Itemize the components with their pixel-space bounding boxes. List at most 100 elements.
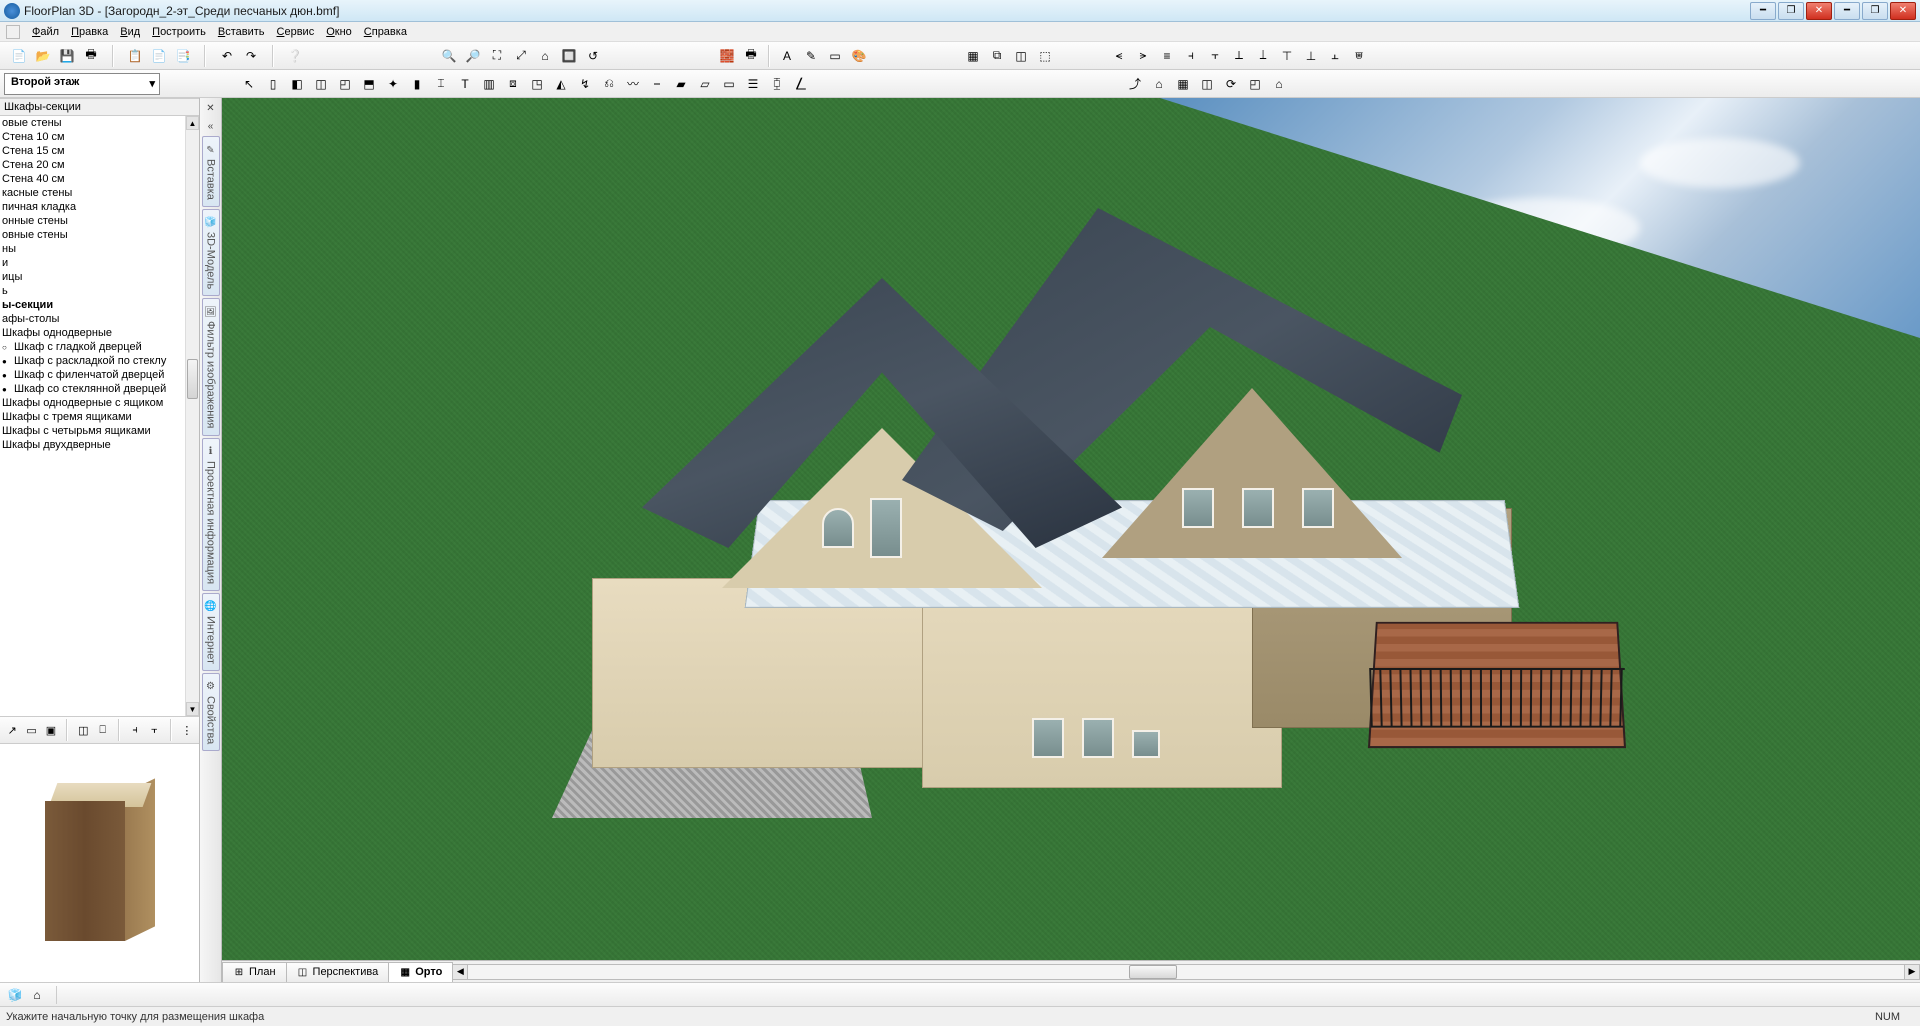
sidebar-item-20[interactable]: Шкафы однодверные с ящиком — [0, 396, 185, 410]
sidebar-scrollbar[interactable]: ▲ ▼ — [185, 116, 199, 716]
view-tab-2[interactable]: ▦Орто — [388, 962, 453, 982]
scroll-down-button[interactable]: ▼ — [186, 702, 199, 716]
side-tb-4-icon[interactable]: ◫ — [75, 721, 91, 739]
restore-button[interactable]: ❐ — [1862, 2, 1888, 20]
tb-help-0-icon[interactable]: ❔ — [284, 45, 306, 67]
tb-align-3-icon[interactable]: ⫞ — [1180, 45, 1202, 67]
sidebar-item-21[interactable]: Шкафы с тремя ящиками — [0, 410, 185, 424]
tb-view-0-icon[interactable]: ⤴ — [1124, 73, 1146, 95]
tb-tool-15-icon[interactable]: ⎌ — [598, 73, 620, 95]
tb-zoom-3-icon[interactable]: ⤢ — [510, 45, 532, 67]
scroll-thumb[interactable] — [187, 359, 198, 399]
menu-item-6[interactable]: Окно — [320, 24, 358, 40]
sidebar-item-4[interactable]: Стена 40 см — [0, 172, 185, 186]
tb-view-2-icon[interactable]: ▦ — [1172, 73, 1194, 95]
tb-mid-3-icon[interactable]: A — [776, 45, 798, 67]
menu-item-0[interactable]: Файл — [26, 24, 65, 40]
sidebar-item-9[interactable]: ны — [0, 242, 185, 256]
view-tab-1[interactable]: ◫Перспектива — [286, 962, 390, 982]
sidebar-item-0[interactable]: овые стены — [0, 116, 185, 130]
sidebar-item-22[interactable]: Шкафы с четырьмя ящиками — [0, 424, 185, 438]
tb-align-2-icon[interactable]: ≡ — [1156, 45, 1178, 67]
vtab-5[interactable]: ⚙Свойства — [202, 673, 220, 751]
tb-tool-16-icon[interactable]: 〰 — [622, 73, 644, 95]
tb-align-10-icon[interactable]: ⩐ — [1348, 45, 1370, 67]
tb-align-9-icon[interactable]: ⫠ — [1324, 45, 1346, 67]
sidebar-item-18[interactable]: Шкаф с филенчатой дверцей — [0, 368, 185, 382]
tb-tool-18-icon[interactable]: ▰ — [670, 73, 692, 95]
tb-tool-17-icon[interactable]: ⎯ — [646, 73, 668, 95]
menu-item-3[interactable]: Построить — [146, 24, 212, 40]
sidebar-item-5[interactable]: касные стены — [0, 186, 185, 200]
tb-clip-2-icon[interactable]: 📑 — [172, 45, 194, 67]
sidebar-item-23[interactable]: Шкафы двухдверные — [0, 438, 185, 452]
tb-file-1-icon[interactable]: 📂 — [32, 45, 54, 67]
tb-view-3-icon[interactable]: ◫ — [1196, 73, 1218, 95]
tb-clip-1-icon[interactable]: 📄 — [148, 45, 170, 67]
menu-item-5[interactable]: Сервис — [271, 24, 321, 40]
tb-mid-5-icon[interactable]: ▭ — [824, 45, 846, 67]
tb-align-4-icon[interactable]: ⫟ — [1204, 45, 1226, 67]
sidebar-list[interactable]: овые стеныСтена 10 смСтена 15 смСтена 20… — [0, 116, 185, 716]
close-button[interactable]: ✕ — [1890, 2, 1916, 20]
tb-tool-4-icon[interactable]: ◰ — [334, 73, 356, 95]
sidebar-item-6[interactable]: пичная кладка — [0, 200, 185, 214]
side-tb-8-icon[interactable]: ⫟ — [146, 721, 162, 739]
tb-align-7-icon[interactable]: ⊤ — [1276, 45, 1298, 67]
tb-clip-0-icon[interactable]: 📋 — [124, 45, 146, 67]
tb-tool-9-icon[interactable]: T — [454, 73, 476, 95]
minimize-button[interactable]: ━ — [1750, 2, 1776, 20]
tb-tool-6-icon[interactable]: ✦ — [382, 73, 404, 95]
sidebar-item-1[interactable]: Стена 10 см — [0, 130, 185, 144]
view-tab-0[interactable]: ⊞План — [222, 962, 287, 982]
tb-tool-21-icon[interactable]: ☰ — [742, 73, 764, 95]
tb-mid-0-icon[interactable]: 🧱 — [716, 45, 738, 67]
scroll-up-button[interactable]: ▲ — [186, 116, 199, 130]
sidebar-item-11[interactable]: ицы — [0, 270, 185, 284]
mdi-icon[interactable] — [6, 25, 20, 39]
minimize2-button[interactable]: ━ — [1834, 2, 1860, 20]
sidebar-item-7[interactable]: онные стены — [0, 214, 185, 228]
tb-grid-1-icon[interactable]: ⧉ — [986, 45, 1008, 67]
tb-zoom-2-icon[interactable]: ⛶ — [486, 45, 508, 67]
tb-align-1-icon[interactable]: ⪫ — [1132, 45, 1154, 67]
tb-align-5-icon[interactable]: ⟂ — [1228, 45, 1250, 67]
tb-align-0-icon[interactable]: ⪪ — [1108, 45, 1130, 67]
tb-zoom-4-icon[interactable]: ⌂ — [534, 45, 556, 67]
tb-tool-1-icon[interactable]: ▯ — [262, 73, 284, 95]
vtab-pin-icon[interactable]: « — [203, 118, 219, 134]
tb-mid-1-icon[interactable]: 🖶 — [740, 45, 762, 67]
floor-selector[interactable]: Второй этаж — [4, 73, 160, 95]
tb-tool-5-icon[interactable]: ⬒ — [358, 73, 380, 95]
sidebar-item-16[interactable]: Шкаф с гладкой дверцей — [0, 340, 185, 354]
tb-undo-0-icon[interactable]: ↶ — [216, 45, 238, 67]
tb-tool-22-icon[interactable]: ⧮ — [766, 73, 788, 95]
sidebar-item-10[interactable]: и — [0, 256, 185, 270]
model-icon-2[interactable]: ⌂ — [28, 987, 46, 1003]
tb-grid-2-icon[interactable]: ◫ — [1010, 45, 1032, 67]
tb-undo-1-icon[interactable]: ↷ — [240, 45, 262, 67]
sidebar-item-3[interactable]: Стена 20 см — [0, 158, 185, 172]
side-tb-10-icon[interactable]: ⋮ — [179, 721, 195, 739]
tb-tool-11-icon[interactable]: ⧈ — [502, 73, 524, 95]
tb-tool-0-icon[interactable]: ↖ — [238, 73, 260, 95]
tb-tool-14-icon[interactable]: ↯ — [574, 73, 596, 95]
tb-tool-8-icon[interactable]: ⌶ — [430, 73, 452, 95]
tb-tool-12-icon[interactable]: ◳ — [526, 73, 548, 95]
hscroll-left-button[interactable]: ◀ — [452, 964, 468, 980]
horizontal-scrollbar[interactable]: ◀ ▶ — [452, 963, 1920, 981]
tb-view-1-icon[interactable]: ⌂ — [1148, 73, 1170, 95]
tb-grid-3-icon[interactable]: ⬚ — [1034, 45, 1056, 67]
tb-tool-10-icon[interactable]: ▥ — [478, 73, 500, 95]
model-icon-1[interactable]: 🧊 — [6, 987, 24, 1003]
tb-view-4-icon[interactable]: ⟳ — [1220, 73, 1242, 95]
tb-zoom-6-icon[interactable]: ↺ — [582, 45, 604, 67]
maximize-button[interactable]: ❐ — [1778, 2, 1804, 20]
tb-mid-4-icon[interactable]: ✎ — [800, 45, 822, 67]
menu-item-7[interactable]: Справка — [358, 24, 413, 40]
side-tb-1-icon[interactable]: ▭ — [23, 721, 39, 739]
side-tb-2-icon[interactable]: ▣ — [43, 721, 59, 739]
viewport-3d[interactable] — [222, 98, 1920, 960]
tb-align-6-icon[interactable]: ⟘ — [1252, 45, 1274, 67]
vtab-2[interactable]: 🖼Фильтр изображения — [202, 298, 220, 435]
